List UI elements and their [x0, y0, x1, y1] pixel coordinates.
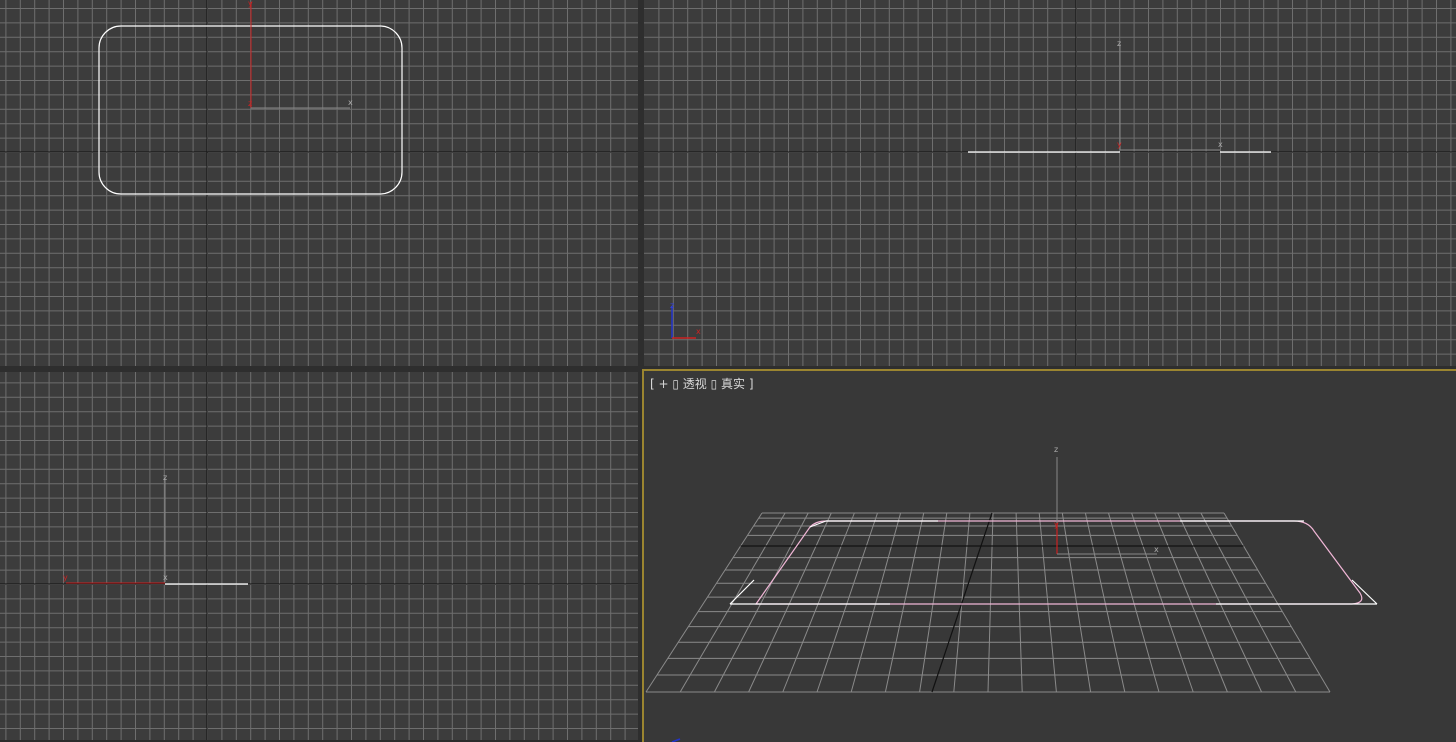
gizmo-z-label: z	[1117, 39, 1121, 48]
rounded-rectangle-spline[interactable]	[729, 520, 1378, 605]
viewport-top[interactable]: y x z	[0, 0, 638, 366]
gizmo-y-label: y	[1054, 520, 1059, 529]
gizmo-x-label: x	[1154, 545, 1159, 554]
gizmo-z-label: z	[248, 99, 252, 108]
gizmo-x-label: x	[163, 573, 168, 582]
gizmo-x-label: x	[348, 98, 353, 107]
front-viewport-canvas[interactable]: z x y z x	[644, 0, 1456, 366]
svg-text:x: x	[696, 327, 701, 336]
viewport-front[interactable]: z x y z x	[644, 0, 1456, 366]
top-viewport-canvas[interactable]: y x z	[0, 0, 638, 366]
grid-line	[1177, 512, 1263, 693]
grid-line	[1131, 512, 1194, 693]
grid-line	[987, 512, 994, 693]
grid-line	[1154, 512, 1228, 693]
svg-text:z: z	[670, 301, 674, 310]
transform-gizmo-icon[interactable]: z y x	[63, 473, 168, 584]
grid-line	[816, 512, 878, 693]
viewport-perspective[interactable]: z x y [ + ▯ 透视 ▯ 真实 ]	[642, 369, 1456, 742]
grid-front	[644, 0, 1456, 366]
perspective-viewport-canvas[interactable]: z x y	[644, 371, 1456, 742]
grid-line	[1038, 512, 1057, 693]
grid-line	[1015, 512, 1023, 693]
gizmo-y-label: y	[1117, 140, 1122, 149]
gizmo-y-label: y	[63, 573, 68, 582]
gizmo-z-label: z	[1054, 445, 1058, 454]
grid-line	[1084, 512, 1126, 693]
viewport-label-menu[interactable]: [ + ▯ 透视 ▯ 真实 ]	[650, 375, 754, 392]
axis-tripod-icon: z x	[670, 301, 701, 339]
transform-gizmo-icon[interactable]: z x y	[1054, 445, 1159, 555]
viewport-left[interactable]: z y x	[0, 372, 638, 740]
left-viewport-canvas[interactable]: z y x	[0, 372, 638, 740]
grid-top	[0, 0, 638, 366]
grid-line	[919, 512, 948, 693]
grid-line	[645, 512, 763, 693]
grid-line	[679, 512, 786, 693]
grid-left	[0, 372, 638, 740]
gizmo-y-label: y	[248, 0, 253, 8]
gizmo-x-label: x	[1218, 140, 1223, 149]
grid-line	[850, 512, 902, 693]
gizmo-z-label: z	[163, 473, 167, 482]
grid-perspective	[645, 512, 1331, 693]
home-grid-y-axis	[931, 512, 993, 693]
grid-line	[1061, 512, 1092, 693]
grid-line	[884, 512, 925, 693]
grid-line	[1108, 512, 1160, 693]
grid-line	[1223, 512, 1331, 693]
grid-line	[1200, 512, 1297, 693]
